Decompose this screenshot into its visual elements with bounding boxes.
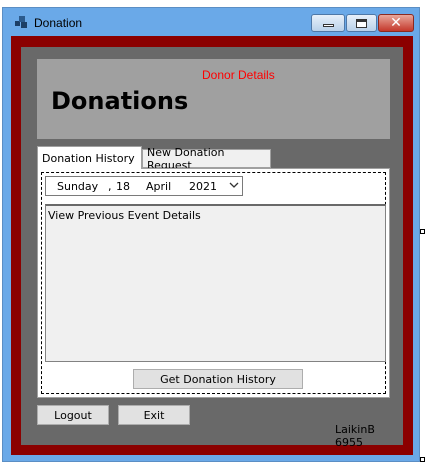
resize-handle-corner[interactable] [420, 457, 425, 462]
app-windows-icon [15, 16, 27, 28]
minimize-icon [322, 23, 334, 27]
resize-handle-right[interactable] [420, 229, 425, 234]
date-day-name[interactable]: Sunday [57, 180, 98, 193]
tab-new-donation-request[interactable]: New Donation Request [142, 146, 271, 172]
minimize-button[interactable] [311, 14, 345, 32]
tab-content-area: Sunday , 18 April 2021 View Previous Eve… [41, 172, 386, 394]
maximize-button[interactable] [346, 14, 377, 32]
page-title: Donations [51, 87, 189, 115]
tab-page-donation-history: Sunday , 18 April 2021 View Previous Eve… [37, 168, 390, 398]
logout-button[interactable]: Logout [37, 405, 109, 425]
donor-details-label: Donor Details [202, 68, 275, 82]
date-year[interactable]: 2021 [189, 180, 217, 193]
title-bar[interactable]: Donation ✕ [3, 8, 419, 35]
exit-button[interactable]: Exit [118, 405, 190, 425]
maximize-icon [356, 18, 367, 28]
event-details-text: View Previous Event Details [48, 209, 201, 222]
header-panel: Donor Details Donations [37, 59, 390, 139]
date-separator: , [108, 180, 112, 193]
close-icon: ✕ [390, 15, 402, 31]
main-panel: Donor Details Donations Donation History… [21, 47, 403, 449]
date-month[interactable]: April [146, 180, 171, 193]
date-picker[interactable]: Sunday , 18 April 2021 [45, 176, 243, 196]
donation-window: Donation ✕ Donor Details Donations Donat… [2, 7, 420, 462]
close-button[interactable]: ✕ [378, 14, 414, 32]
date-day[interactable]: 18 [116, 180, 130, 193]
window-title: Donation [34, 16, 83, 30]
get-donation-history-button[interactable]: Get Donation History [133, 369, 303, 389]
tab-donation-history[interactable]: Donation History [37, 146, 142, 169]
client-area: Donor Details Donations Donation History… [11, 36, 413, 455]
chevron-down-icon[interactable] [229, 179, 239, 194]
event-details-box[interactable]: View Previous Event Details [45, 204, 386, 362]
footer-id-label: LaikinB 6955 [335, 423, 375, 449]
